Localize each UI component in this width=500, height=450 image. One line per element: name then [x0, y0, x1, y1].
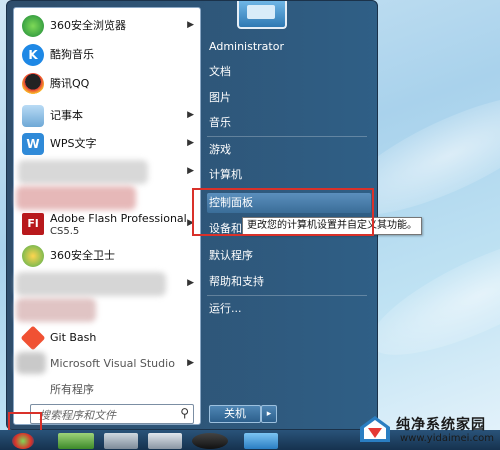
- taskbar-app-button[interactable]: [192, 433, 228, 449]
- program-list: 360安全浏览器 ▶ K 酷狗音乐 腾讯QQ 记事本 ▶ W WPS文字 ▶ ▶: [13, 7, 201, 425]
- wps-writer-icon: W: [22, 133, 44, 155]
- taskbar-app-button[interactable]: [58, 433, 94, 449]
- start-button[interactable]: [12, 433, 34, 449]
- program-label: WPS文字: [50, 137, 97, 150]
- 360-browser-icon: [22, 15, 44, 37]
- menu-item-pictures[interactable]: 图片: [207, 88, 371, 108]
- submenu-arrow-icon: ▶: [187, 138, 194, 148]
- watermark-logo-icon: [360, 416, 390, 442]
- program-item-adobe-flash[interactable]: Fl Adobe Flash Professional CS5.5 ▶: [14, 210, 200, 238]
- program-item-notepad[interactable]: 记事本 ▶: [14, 102, 200, 130]
- program-item-blurred[interactable]: ▶: [14, 158, 200, 186]
- menu-item-user[interactable]: Administrator: [207, 37, 371, 57]
- all-programs-item[interactable]: 所有程序: [14, 376, 200, 404]
- program-item-git-bash[interactable]: Git Bash: [14, 324, 200, 352]
- program-label: 酷狗音乐: [50, 48, 94, 61]
- all-programs-label: 所有程序: [50, 383, 94, 396]
- shutdown-options-button[interactable]: ▸: [261, 405, 277, 423]
- user-avatar[interactable]: [237, 1, 287, 29]
- monitor-icon: [247, 5, 275, 19]
- program-label: Git Bash: [50, 331, 97, 344]
- highlight-box-control-panel: [192, 188, 374, 236]
- search-placeholder: 搜索程序和文件: [39, 409, 116, 422]
- submenu-arrow-icon: ▶: [187, 20, 194, 30]
- menu-separator: [207, 136, 367, 137]
- menu-item-games[interactable]: 游戏: [207, 140, 371, 160]
- watermark-title: 纯净系统家园: [396, 417, 486, 433]
- program-label: Microsoft Visual Studio: [50, 357, 175, 370]
- program-label: 记事本: [50, 109, 83, 122]
- taskbar-app-button[interactable]: [104, 433, 138, 449]
- program-label: 腾讯QQ: [50, 77, 90, 90]
- program-item-visual-studio[interactable]: Microsoft Visual Studio ▶: [14, 350, 200, 378]
- watermark-url: www.yidaimei.com: [400, 433, 494, 444]
- program-item-wps[interactable]: W WPS文字 ▶: [14, 130, 200, 158]
- menu-item-music[interactable]: 音乐: [207, 113, 371, 133]
- submenu-arrow-icon: ▶: [187, 278, 194, 288]
- submenu-arrow-icon: ▶: [187, 110, 194, 120]
- visual-studio-icon: [16, 352, 46, 374]
- taskbar-app-button[interactable]: [148, 433, 182, 449]
- program-label: 360安全浏览器: [50, 19, 126, 32]
- search-icon: ⚲: [180, 406, 189, 420]
- program-label: 360安全卫士: [50, 249, 115, 262]
- search-input[interactable]: 搜索程序和文件 ⚲: [30, 404, 194, 424]
- menu-item-documents[interactable]: 文档: [207, 62, 371, 82]
- program-item-360-browser[interactable]: 360安全浏览器 ▶: [14, 12, 200, 40]
- program-item-kugou[interactable]: K 酷狗音乐: [14, 41, 200, 69]
- shutdown-button[interactable]: 关机: [209, 405, 261, 423]
- submenu-arrow-icon: ▶: [187, 358, 194, 368]
- menu-item-default-programs[interactable]: 默认程序: [207, 246, 371, 266]
- git-bash-icon: [20, 325, 46, 351]
- menu-separator: [207, 295, 367, 296]
- blurred-app-icon: [16, 298, 96, 322]
- program-sublabel: CS5.5: [50, 226, 80, 237]
- submenu-arrow-icon: ▶: [187, 166, 194, 176]
- taskbar-app-button[interactable]: [244, 433, 278, 449]
- menu-item-run[interactable]: 运行...: [207, 299, 371, 319]
- blurred-app-icon: [16, 272, 166, 296]
- menu-item-computer[interactable]: 计算机: [207, 165, 371, 185]
- qq-icon: [22, 73, 44, 95]
- blurred-app-icon: [18, 160, 148, 184]
- program-item-360-safe[interactable]: 360安全卫士: [14, 242, 200, 270]
- program-item-blurred[interactable]: [14, 296, 200, 324]
- 360-safe-icon: [22, 245, 44, 267]
- adobe-flash-icon: Fl: [22, 213, 44, 235]
- program-item-qq[interactable]: 腾讯QQ: [14, 70, 200, 98]
- program-item-blurred[interactable]: ▶: [14, 270, 200, 298]
- menu-item-help[interactable]: 帮助和支持: [207, 272, 371, 292]
- notepad-icon: [22, 105, 44, 127]
- kugou-music-icon: K: [22, 44, 44, 66]
